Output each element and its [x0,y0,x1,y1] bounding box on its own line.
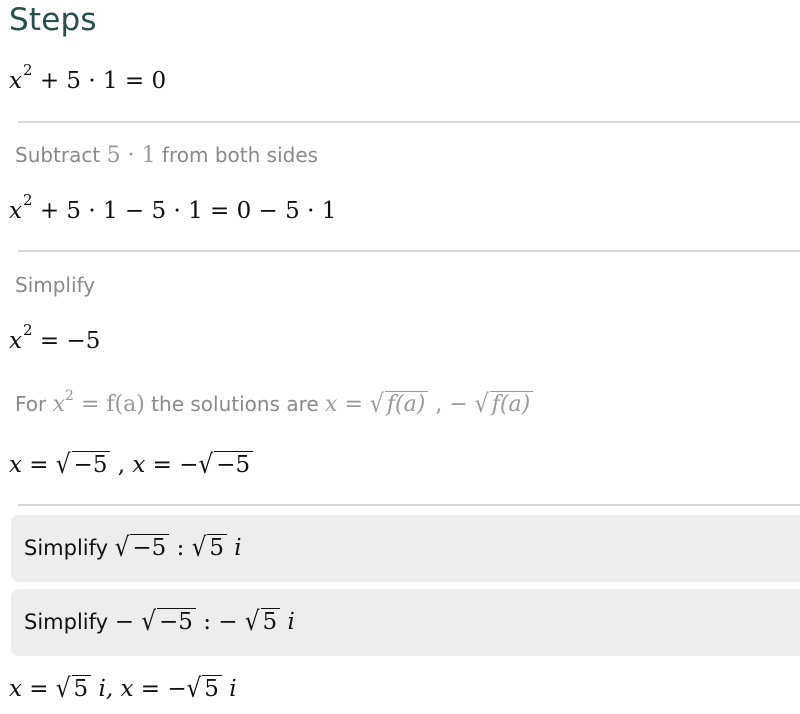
rule-comma: , − [428,392,475,417]
equation-rest: = −5 [32,328,101,354]
variable-x: x [9,328,22,354]
sqrt-expression: √ −5 [199,450,254,480]
variable-x: x [52,392,66,417]
label-math: 5 · 1 [106,143,156,168]
sqrt-expression: √ 5 [244,607,281,637]
radical-icon: √ [369,390,384,419]
radicand: 5 [202,675,222,702]
radical-icon: √ [55,450,71,480]
simplify-panel-1[interactable]: Simplify √ −5 : √ 5 i [11,515,800,582]
panel-prefix: − [114,609,142,635]
variable-x: x [120,676,134,702]
equals-sign: = [21,452,56,478]
step-2-equation: x2 = −5 [9,323,101,356]
radical-icon: √ [474,390,489,419]
radicand: −5 [214,451,254,478]
variable-x: x [9,68,22,94]
radicand: f(a) [384,391,429,417]
colon: : [169,535,192,561]
step-2-label: Simplify [15,273,96,297]
label-suffix: from both sides [155,143,319,167]
radicand: 5 [260,608,281,635]
page-title: Steps [9,2,97,38]
exponent: 2 [65,387,74,404]
result-prefix: − [218,609,245,635]
equals-minus: = − [145,452,199,478]
colon: : [195,609,219,635]
variable-x: x [325,392,338,417]
radical-icon: √ [191,533,207,563]
sqrt-expression: √ −5 [115,533,170,563]
rule-fa: = f(a) [73,392,145,417]
variable-x: x [9,198,22,224]
sqrt-expression: √ f(a) [474,390,534,419]
sqrt-expression: √ −5 [141,607,196,637]
variable-x: x [9,676,22,702]
step-1-label: Subtract 5 · 1 from both sides [15,141,318,170]
raw-solutions: x = √ −5 , x = −√ −5 [9,450,254,480]
exponent: 2 [22,321,33,340]
initial-equation: x2 + 5 · 1 = 0 [9,63,167,96]
panel-label: Simplify [24,536,115,560]
radical-icon: √ [198,450,214,480]
panel-content: Simplify √ −5 : √ 5 i [24,533,242,563]
radical-icon: √ [141,607,156,637]
radicand: f(a) [489,391,534,417]
equals-sign: = [21,676,56,702]
radical-icon: √ [55,674,71,704]
equals-minus: = − [133,676,187,702]
imaginary-unit: i [226,535,242,561]
equals-sign: = [337,392,370,417]
sqrt-expression: √ 5 [55,674,92,704]
panel-label: Simplify [24,610,115,634]
step-separator [18,504,800,506]
radical-icon: √ [114,533,130,563]
imaginary-unit: i, [91,676,121,702]
radicand: 5 [71,675,92,702]
variable-x: x [132,452,146,478]
radical-icon: √ [244,607,260,637]
sqrt-expression: √ f(a) [369,390,429,419]
rule-hint: For x2 = f(a) the solutions are x = √ f(a… [15,387,534,419]
step-1-equation: x2 + 5 · 1 − 5 · 1 = 0 − 5 · 1 [9,193,337,226]
sqrt-expression: √ −5 [56,450,111,480]
step-separator [18,250,800,252]
exponent: 2 [22,191,33,210]
radical-icon: √ [186,674,202,704]
label-prefix: Subtract [15,143,107,167]
radicand: 5 [207,534,227,561]
radicand: −5 [71,451,111,478]
step-separator [18,121,800,123]
equation-rest: + 5 · 1 = 0 [32,68,167,94]
panel-content: Simplify − √ −5 : − √ 5 i [24,607,295,637]
radicand: −5 [130,534,170,561]
comma: , [110,452,133,478]
imaginary-unit: i [280,609,295,635]
radicand: −5 [157,608,196,635]
final-solutions: x = √ 5 i, x = −√ 5 i [9,674,237,704]
rule-middle: the solutions are [144,392,326,416]
rule-prefix: For [15,392,53,416]
exponent: 2 [22,61,33,80]
equation-rest: + 5 · 1 − 5 · 1 = 0 − 5 · 1 [32,198,337,224]
sqrt-expression: √ 5 [187,674,222,704]
variable-x: x [9,452,22,478]
imaginary-unit: i [221,676,237,702]
simplify-panel-2[interactable]: Simplify − √ −5 : − √ 5 i [11,589,800,656]
sqrt-expression: √ 5 [192,533,227,563]
